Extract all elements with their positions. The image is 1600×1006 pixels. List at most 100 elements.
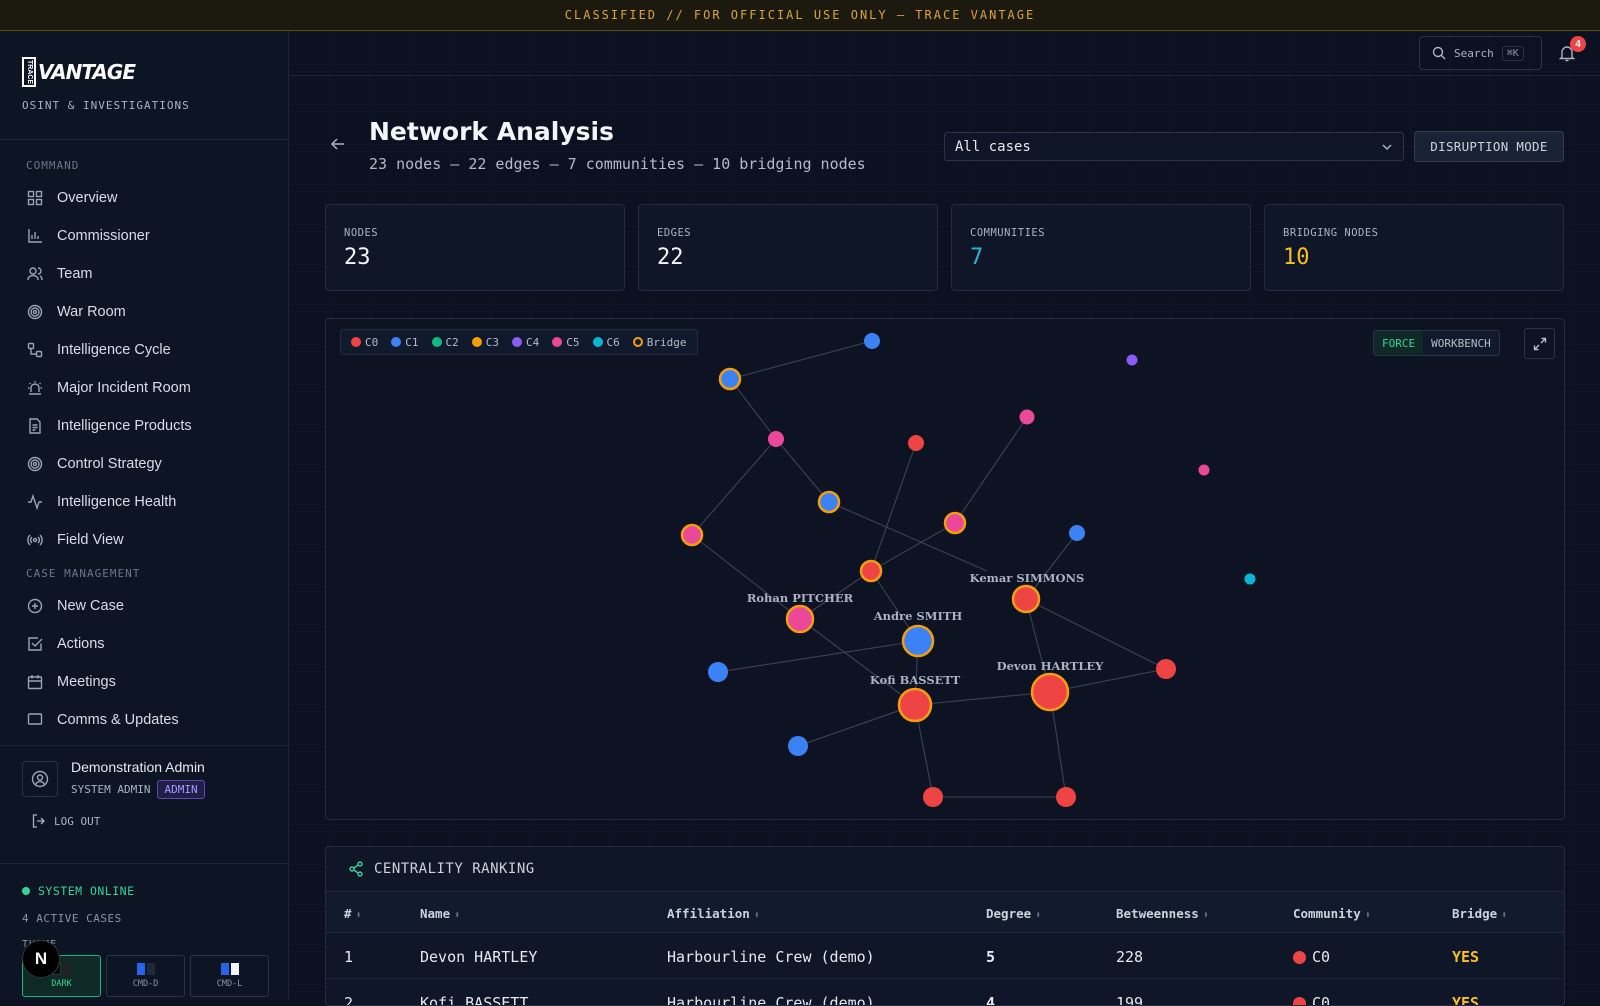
column-header-betweenness[interactable]: Betweenness⬍ [1116, 906, 1209, 921]
graph-node-bridge[interactable] [903, 626, 933, 656]
cell-affiliation: Harbourline Crew (demo) [667, 994, 875, 1006]
column-header-bridge[interactable]: Bridge⬍ [1452, 906, 1507, 921]
graph-node[interactable] [923, 787, 943, 807]
legend-item: Bridge [633, 336, 687, 349]
graph-node[interactable] [1127, 355, 1138, 366]
cell-name: Kofi BASSETT [420, 994, 528, 1006]
sort-icon: ⬍ [1365, 910, 1371, 921]
table-row[interactable]: 1 Devon HARTLEY Harbourline Crew (demo) … [326, 934, 1565, 979]
nav-label: Intelligence Products [57, 418, 192, 434]
fullscreen-button[interactable] [1524, 328, 1555, 359]
graph-node[interactable] [708, 662, 728, 682]
graph-node-bridge[interactable] [819, 492, 839, 512]
nav-item-commissioner[interactable]: Commissioner [0, 217, 289, 255]
nav-item-intelligence-health[interactable]: Intelligence Health [0, 483, 289, 521]
active-cases: 4 ACTIVE CASES [22, 912, 289, 925]
nav-label: Actions [57, 636, 105, 652]
search-shortcut: ⌘K [1502, 46, 1524, 61]
graph-node-bridge[interactable] [1013, 586, 1039, 612]
cell-bridge: YES [1452, 994, 1479, 1006]
plus-circle-icon [26, 597, 44, 615]
nav-item-intelligence-cycle[interactable]: Intelligence Cycle [0, 331, 289, 369]
graph-edge [730, 341, 872, 379]
search-button[interactable]: Search ⌘K [1419, 36, 1542, 70]
graph-edge [871, 523, 955, 571]
legend-dot-icon [552, 337, 562, 347]
logo-mark: TRACE [22, 57, 36, 87]
column-label: Affiliation [667, 906, 750, 921]
nav-item-team[interactable]: Team [0, 255, 289, 293]
nav-item-major-incident-room[interactable]: Major Incident Room [0, 369, 289, 407]
graph-node-bridge[interactable] [787, 606, 813, 632]
disruption-mode-button[interactable]: DISRUPTION MODE [1414, 131, 1564, 162]
back-button[interactable] [330, 136, 346, 157]
theme-label-cmd-d: CMD-D [133, 979, 159, 989]
logout-button[interactable]: LOG OUT [32, 814, 100, 828]
graph-node-bridge[interactable] [682, 525, 702, 545]
nav-item-overview[interactable]: Overview [0, 179, 289, 217]
network-graph[interactable]: Kemar SIMMONS Rohan PITCHER Andre SMITH … [326, 319, 1565, 820]
theme-cmd-l-button[interactable]: CMD-L [190, 955, 269, 997]
community-dot-icon [1293, 997, 1306, 1006]
dev-indicator-badge[interactable]: N [22, 940, 60, 978]
nav-item-intelligence-products[interactable]: Intelligence Products [0, 407, 289, 445]
graph-edges [692, 341, 1166, 797]
graph-node[interactable] [1156, 659, 1176, 679]
graph-node[interactable] [908, 435, 924, 451]
graph-node-bridge[interactable] [720, 369, 740, 389]
case-filter-select[interactable]: All cases [944, 132, 1404, 161]
graph-node[interactable] [1245, 574, 1256, 585]
nav-item-meetings[interactable]: Meetings [0, 663, 289, 701]
logo[interactable]: TRACE VANTAGE [22, 57, 288, 87]
nav-item-new-case[interactable]: New Case [0, 587, 289, 625]
legend-item: C1 [391, 336, 418, 349]
nav-item-field-view[interactable]: Field View [0, 521, 289, 559]
notification-count-badge: 4 [1570, 36, 1586, 52]
theme-cmd-d-button[interactable]: CMD-D [106, 955, 185, 997]
cell-degree: 4 [986, 994, 995, 1006]
nav-item-actions[interactable]: Actions [0, 625, 289, 663]
stat-value: 22 [657, 245, 937, 270]
mode-workbench-button[interactable]: WORKBENCH [1423, 331, 1499, 355]
graph-node-bridge[interactable] [899, 689, 931, 721]
legend-label: C1 [405, 336, 418, 349]
graph-node-bridge[interactable] [1032, 674, 1068, 710]
arrow-left-icon [330, 136, 346, 152]
mode-force-button[interactable]: FORCE [1374, 331, 1423, 355]
avatar[interactable] [22, 761, 58, 797]
search-icon [1432, 46, 1446, 60]
page-title: Network Analysis [369, 117, 614, 146]
table-row[interactable]: 2 Kofi BASSETT Harbourline Crew (demo) 4… [326, 980, 1565, 1006]
column-header-affiliation[interactable]: Affiliation ⬍ [667, 906, 760, 921]
graph-node-bridge[interactable] [861, 561, 881, 581]
column-header-rank[interactable]: #⬍ [344, 906, 362, 921]
graph-node[interactable] [788, 736, 808, 756]
nav-item-comms-updates[interactable]: Comms & Updates [0, 701, 289, 739]
graph-node[interactable] [864, 333, 880, 349]
legend-label: C0 [365, 336, 378, 349]
graph-node[interactable] [1056, 787, 1076, 807]
nav-item-control-strategy[interactable]: Control Strategy [0, 445, 289, 483]
theme-label-cmd-l: CMD-L [217, 979, 243, 989]
target-icon [26, 303, 44, 321]
main-content: Search ⌘K 4 Network Analysis 23 nodes — … [290, 31, 1600, 1000]
message-icon [26, 711, 44, 729]
legend-ring-icon [633, 337, 643, 347]
node-label: Kofi BASSETT [870, 673, 961, 687]
graph-node-bridge[interactable] [945, 513, 965, 533]
graph-node[interactable] [768, 431, 784, 447]
nav-label: Control Strategy [57, 456, 162, 472]
nav-label: Commissioner [57, 228, 150, 244]
graph-node[interactable] [1199, 465, 1210, 476]
cell-degree: 5 [986, 948, 995, 966]
column-header-community[interactable]: Community⬍ [1293, 906, 1371, 921]
graph-node[interactable] [1069, 525, 1085, 541]
column-header-degree[interactable]: Degree⬍ [986, 906, 1041, 921]
legend-dot-icon [351, 337, 361, 347]
nav-item-war-room[interactable]: War Room [0, 293, 289, 331]
sort-icon: ⬍ [754, 910, 760, 921]
column-header-name[interactable]: Name⬍ [420, 906, 460, 921]
cell-community: C0 [1293, 994, 1330, 1006]
cell-rank: 2 [344, 994, 353, 1006]
graph-node[interactable] [1020, 410, 1035, 425]
